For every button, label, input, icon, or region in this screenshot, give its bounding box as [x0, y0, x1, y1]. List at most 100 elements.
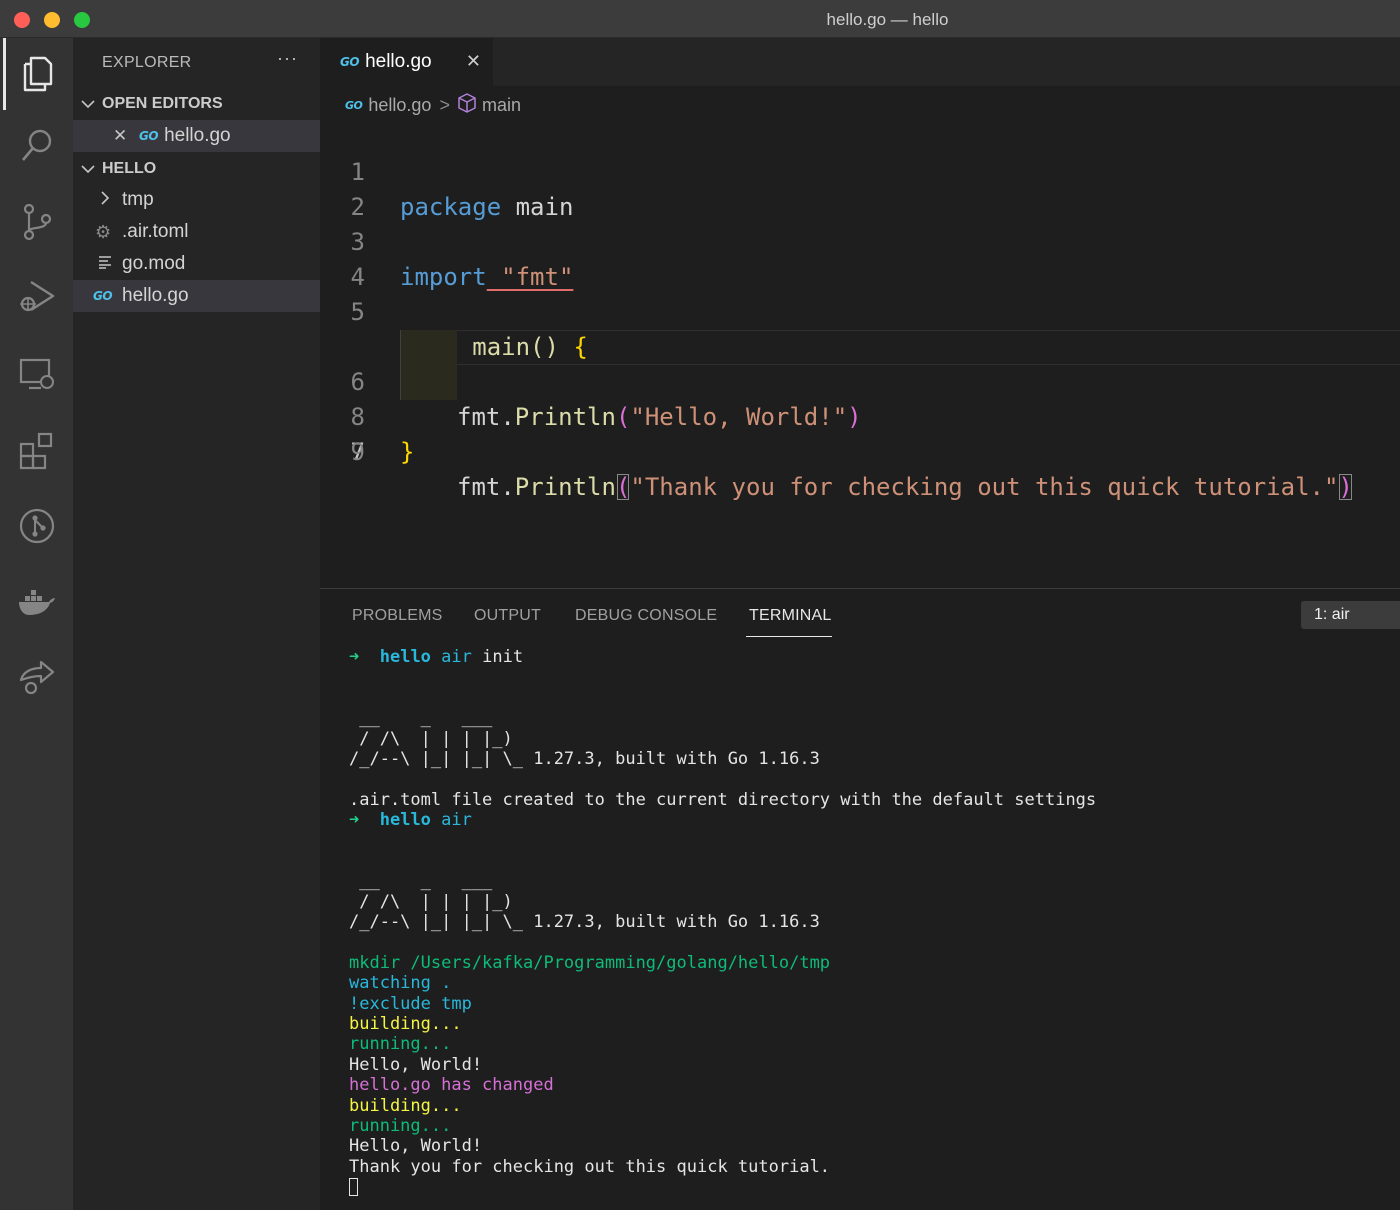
tree-item-label: hello.go — [122, 285, 189, 306]
chevron-down-icon — [73, 99, 102, 109]
terminal-line: .air.toml file created to the current di… — [349, 789, 1097, 810]
editor-group: GO hello.go ✕ GO hello.go > main 1 packa… — [320, 38, 1400, 588]
editor-tab-hello-go[interactable]: GO hello.go ✕ — [320, 38, 493, 86]
bottom-panel: PROBLEMS OUTPUT DEBUG CONSOLE TERMINAL 1… — [320, 588, 1400, 1210]
terminal-line: /_/--\ |_| |_| \_ 1.27.3, built with Go … — [349, 912, 820, 933]
code-line-current: 7 fmt.Println("Thank you for checking ou… — [320, 330, 1400, 501]
terminal-line: building... — [349, 1014, 462, 1035]
line-number: 9 — [350, 438, 365, 466]
prompt-arrow: ➜ — [349, 810, 360, 831]
git-graph-icon[interactable] — [0, 490, 73, 562]
terminal-line: / /\ | | | |_) — [349, 728, 513, 749]
terminal-line: Hello, World! — [349, 1054, 483, 1075]
prompt-arg: init — [482, 647, 524, 667]
prompt-dir: hello — [379, 810, 431, 831]
terminal-line: / /\ | | | |_) — [349, 891, 513, 912]
title-bar: hello.go — hello — [0, 0, 1400, 38]
go-icon: GO — [340, 55, 360, 69]
terminal-selector[interactable]: 1: air — [1301, 601, 1400, 629]
terminal-line: __ _ ___ — [349, 708, 493, 729]
editor-tab-bar: GO hello.go ✕ — [320, 38, 1400, 86]
close-icon[interactable]: ✕ — [113, 126, 139, 146]
remote-explorer-icon[interactable] — [0, 338, 73, 410]
current-line-highlight — [457, 330, 1400, 365]
string-literal: "Thank you for checking out this quick t… — [630, 473, 1339, 501]
docker-icon[interactable] — [0, 566, 73, 638]
open-editors-label: OPEN EDITORS — [102, 95, 223, 112]
tree-item-label: .air.toml — [122, 221, 189, 242]
chevron-down-icon — [73, 164, 102, 174]
function-call: Println — [514, 473, 616, 501]
prompt-command: air — [441, 647, 472, 667]
code-line: 3 import "fmt" — [320, 190, 1400, 291]
terminal-line: /_/--\ |_| |_| \_ 1.27.3, built with Go … — [349, 748, 820, 769]
tab-problems[interactable]: PROBLEMS — [352, 607, 443, 625]
explorer-title: EXPLORER — [102, 54, 192, 71]
search-icon[interactable] — [0, 110, 73, 182]
tab-label: hello.go — [365, 51, 432, 72]
package-ref: fmt. — [457, 473, 515, 501]
code-line: 4 — [320, 225, 1400, 291]
window-title: hello.go — hello — [826, 10, 949, 29]
tree-item-air-toml[interactable]: ⚙ .air.toml — [73, 216, 320, 248]
live-share-icon[interactable] — [0, 640, 73, 712]
paren: ) — [1338, 473, 1353, 501]
run-debug-icon[interactable] — [0, 260, 73, 332]
terminal-line: running... — [349, 1115, 452, 1136]
open-editors-section[interactable]: OPEN EDITORS — [73, 89, 320, 119]
terminal-cursor — [349, 1178, 358, 1197]
terminal-line: hello.go has changed — [349, 1075, 554, 1096]
active-tab-indicator — [746, 636, 832, 637]
terminal-line: Hello, World! — [349, 1136, 483, 1157]
more-actions-button[interactable]: ··· — [277, 48, 298, 69]
prompt-command: air — [441, 810, 472, 831]
activity-bar — [0, 38, 73, 1210]
terminal-line: mkdir /Users/kafka/Programming/golang/he… — [349, 952, 831, 973]
code-line: 8 } — [320, 365, 1400, 466]
code-editor[interactable]: 1 package main 2 3 import "fmt" 4 5 func… — [320, 120, 1400, 501]
tree-item-label: tmp — [122, 189, 154, 210]
code-line: 2 — [320, 155, 1400, 221]
extensions-icon[interactable] — [0, 414, 73, 486]
prompt-arrow: ➜ — [349, 647, 360, 667]
breadcrumb: GO hello.go > main — [345, 92, 521, 118]
tab-terminal[interactable]: TERMINAL — [749, 607, 832, 625]
tree-item-tmp[interactable]: tmp — [73, 184, 320, 216]
breadcrumb-file[interactable]: hello.go — [368, 95, 431, 116]
folder-label: HELLO — [102, 160, 157, 177]
terminal-line: ➜ hello air init — [349, 647, 1389, 667]
go-icon: GO — [345, 98, 363, 112]
source-control-icon[interactable] — [0, 186, 73, 258]
cube-icon — [458, 92, 476, 118]
tab-debug-console[interactable]: DEBUG CONSOLE — [575, 607, 717, 625]
terminal-line: ➜ hello air — [349, 810, 1389, 830]
paren: ( — [615, 473, 631, 501]
code-line: 9 — [320, 400, 1400, 466]
explorer-icon[interactable] — [0, 38, 73, 110]
tree-item-go-mod[interactable]: go.mod — [73, 248, 320, 280]
terminal-line: !exclude tmp — [349, 993, 472, 1014]
folder-section-hello[interactable]: HELLO — [73, 154, 320, 184]
lines-icon — [99, 253, 122, 275]
tab-output[interactable]: OUTPUT — [474, 607, 541, 625]
explorer-sidebar: EXPLORER ··· OPEN EDITORS ✕ GO hello.go … — [73, 38, 320, 1210]
breadcrumb-separator: > — [439, 94, 450, 115]
open-editor-item[interactable]: ✕ GO hello.go — [73, 120, 320, 152]
open-editor-name: hello.go — [164, 125, 231, 146]
breadcrumb-symbol[interactable]: main — [482, 95, 521, 116]
terminal-line: running... — [349, 1034, 452, 1055]
close-icon[interactable]: ✕ — [466, 51, 481, 72]
tree-item-label: go.mod — [122, 253, 186, 274]
tree-item-hello-go[interactable]: GO hello.go — [73, 280, 320, 312]
terminal-line: building... — [349, 1095, 462, 1116]
chevron-right-icon — [100, 189, 122, 211]
gear-icon: ⚙ — [95, 221, 112, 242]
code-line: 5 func main() { — [320, 260, 1400, 361]
go-icon: GO — [93, 289, 113, 303]
code-line: 6 fmt.Println("Hello, World!") — [320, 295, 1400, 431]
prompt-dir: hello — [379, 647, 431, 667]
terminal-output[interactable]: ➜ hello air init __ _ ___ / /\ | | | |_)… — [349, 647, 1389, 1198]
terminal-line: Thank you for checking out this quick tu… — [349, 1156, 831, 1177]
terminal-line: watching . — [349, 973, 452, 994]
code-line: 1 package main — [320, 120, 1400, 221]
